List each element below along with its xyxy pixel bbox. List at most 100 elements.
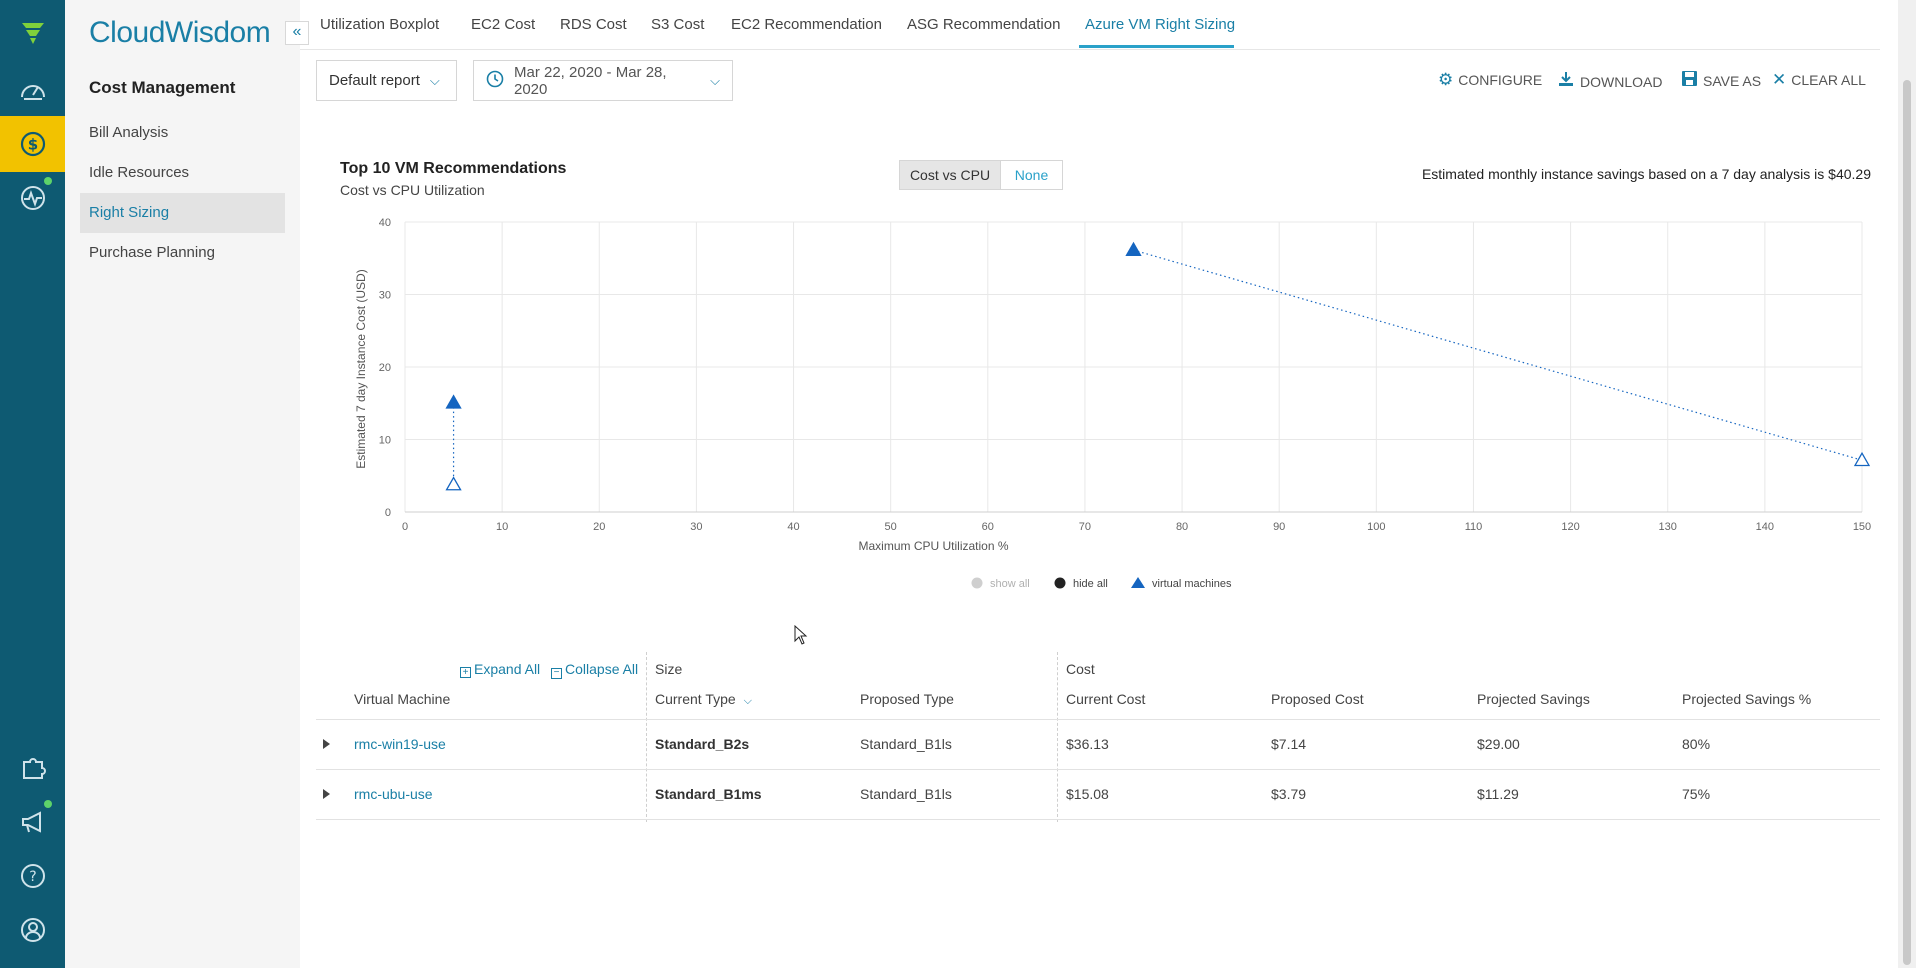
column-header-projected-savings-percent[interactable]: Projected Savings %	[1682, 691, 1811, 707]
x-tick-label: 130	[1659, 521, 1677, 533]
configure-label: CONFIGURE	[1458, 72, 1543, 88]
y-tick-label: 30	[379, 290, 391, 302]
proposed-cost-cell: $7.14	[1271, 736, 1307, 752]
recommendation-connector-line	[1133, 249, 1863, 461]
expand-all-button[interactable]: + Expand All	[460, 661, 540, 678]
tab-s3-cost[interactable]: S3 Cost	[651, 16, 704, 33]
proposed-type-cell: Standard_B1ls	[860, 736, 952, 752]
svg-text:?: ?	[29, 869, 36, 885]
group-header-cost: Cost	[1066, 661, 1095, 677]
y-tick-label: 40	[379, 217, 391, 229]
vertical-scrollbar[interactable]	[1898, 0, 1916, 968]
download-icon	[1557, 70, 1575, 93]
current-type-label: Current Type	[655, 691, 736, 707]
side-navigation: CloudWisdom « Cost Management Bill Analy…	[65, 0, 309, 968]
tab-ec2-cost[interactable]: EC2 Cost	[471, 16, 535, 33]
collapse-all-label: Collapse All	[565, 661, 639, 677]
column-header-projected-savings[interactable]: Projected Savings	[1477, 691, 1590, 707]
current-type-cell: Standard_B1ms	[655, 786, 762, 802]
none-toggle[interactable]: None	[1001, 160, 1063, 190]
chevron-down-icon: ⌵	[429, 72, 440, 88]
collapse-sidebar-button[interactable]: «	[285, 21, 309, 45]
help-question-icon[interactable]: ?	[0, 848, 65, 904]
column-header-proposed-cost[interactable]: Proposed Cost	[1271, 691, 1364, 707]
nav-item-idle-resources[interactable]: Idle Resources	[80, 153, 285, 193]
current-type-cell: Standard_B2s	[655, 736, 750, 752]
chart-subtitle: Cost vs CPU Utilization	[340, 182, 485, 198]
current-cost-point	[1125, 241, 1142, 256]
column-header-current-type[interactable]: Current Type ⌵	[655, 691, 752, 708]
x-tick-label: 140	[1756, 521, 1774, 533]
scrollbar-thumb[interactable]	[1903, 80, 1911, 965]
current-cost-cell: $36.13	[1066, 736, 1109, 752]
row-divider	[316, 769, 1880, 770]
x-tick-label: 40	[787, 521, 799, 533]
expand-row-caret-icon[interactable]	[323, 789, 330, 799]
save-as-button[interactable]: SAVE AS	[1681, 70, 1761, 92]
monitoring-pulse-icon[interactable]	[0, 170, 65, 226]
download-button[interactable]: DOWNLOAD	[1557, 70, 1662, 93]
vm-name-link[interactable]: rmc-ubu-use	[354, 786, 433, 802]
save-as-label: SAVE AS	[1703, 73, 1762, 89]
report-select[interactable]: Default report ⌵	[316, 60, 457, 101]
collapse-all-button[interactable]: − Collapse All	[551, 661, 638, 679]
y-tick-label: 10	[379, 435, 391, 447]
configure-button[interactable]: ⚙ CONFIGURE	[1438, 70, 1542, 90]
group-header-size: Size	[655, 661, 683, 677]
status-dot	[44, 177, 52, 185]
column-header-virtual-machine[interactable]: Virtual Machine	[354, 691, 450, 707]
announcements-megaphone-icon[interactable]	[0, 794, 65, 850]
tabs-divider	[300, 49, 1880, 50]
column-header-current-cost[interactable]: Current Cost	[1066, 691, 1145, 707]
projected-savings-percent-cell: 75%	[1682, 786, 1711, 802]
tab-ec2-recommendation[interactable]: EC2 Recommendation	[731, 16, 882, 33]
date-range-picker[interactable]: Mar 22, 2020 - Mar 28, 2020 ⌵	[473, 60, 733, 101]
expand-row-caret-icon[interactable]	[323, 739, 330, 749]
download-label: DOWNLOAD	[1580, 73, 1663, 90]
x-tick-label: 70	[1079, 521, 1091, 533]
cost-dollar-icon[interactable]: $	[0, 116, 65, 172]
x-tick-label: 100	[1367, 521, 1385, 533]
sort-chevron-down-icon: ⌵	[743, 695, 752, 707]
current-cost-cell: $15.08	[1066, 786, 1109, 802]
legend-show-all-label: show all	[990, 578, 1030, 590]
projected-savings-percent-cell: 80%	[1682, 736, 1711, 752]
clear-all-button[interactable]: ✕ CLEAR ALL	[1772, 70, 1866, 90]
legend-show-all-marker	[971, 577, 983, 589]
tab-rds-cost[interactable]: RDS Cost	[560, 16, 627, 33]
save-floppy-icon	[1681, 70, 1698, 92]
vm-name-link[interactable]: rmc-win19-use	[354, 736, 446, 752]
tab-azure-vm-right-sizing[interactable]: Azure VM Right Sizing	[1085, 16, 1235, 33]
y-axis-label: Estimated 7 day Instance Cost (USD)	[354, 269, 368, 468]
x-tick-label: 80	[1176, 521, 1188, 533]
brand-logo: CloudWisdom	[89, 16, 271, 49]
icon-rail: $ ?	[0, 0, 65, 968]
tab-utilization-boxplot[interactable]: Utilization Boxplot	[320, 16, 439, 33]
nav-item-right-sizing[interactable]: Right Sizing	[80, 193, 285, 233]
collapse-minus-icon: −	[551, 668, 562, 679]
column-header-proposed-type[interactable]: Proposed Type	[860, 691, 954, 707]
cost-vs-cpu-toggle[interactable]: Cost vs CPU	[899, 160, 1001, 190]
legend-hide-all-marker	[1054, 577, 1066, 589]
integrations-puzzle-icon[interactable]	[0, 740, 65, 796]
projected-savings-cell: $29.00	[1477, 736, 1520, 752]
section-title: Cost Management	[89, 78, 236, 97]
legend-virtual-machines-label: virtual machines	[1152, 578, 1232, 590]
nav-item-bill-analysis[interactable]: Bill Analysis	[80, 113, 285, 153]
chevron-down-icon: ⌵	[710, 72, 720, 88]
legend-virtual-machines-marker	[1131, 577, 1145, 588]
app-logo-icon[interactable]	[0, 5, 65, 61]
tab-asg-recommendation[interactable]: ASG Recommendation	[907, 16, 1060, 33]
x-tick-label: 120	[1561, 521, 1579, 533]
date-range-value: Mar 22, 2020 - Mar 28, 2020	[514, 63, 667, 98]
user-profile-icon[interactable]	[0, 902, 65, 958]
dashboard-gauge-icon[interactable]	[0, 63, 65, 119]
x-axis-label: Maximum CPU Utilization %	[858, 539, 1008, 553]
close-icon: ✕	[1772, 70, 1787, 89]
nav-item-purchase-planning[interactable]: Purchase Planning	[80, 233, 285, 273]
current-cost-point	[445, 394, 462, 409]
proposed-type-cell: Standard_B1ls	[860, 786, 952, 802]
x-tick-label: 60	[982, 521, 994, 533]
proposed-cost-cell: $3.79	[1271, 786, 1307, 802]
proposed-cost-point	[1853, 451, 1871, 467]
